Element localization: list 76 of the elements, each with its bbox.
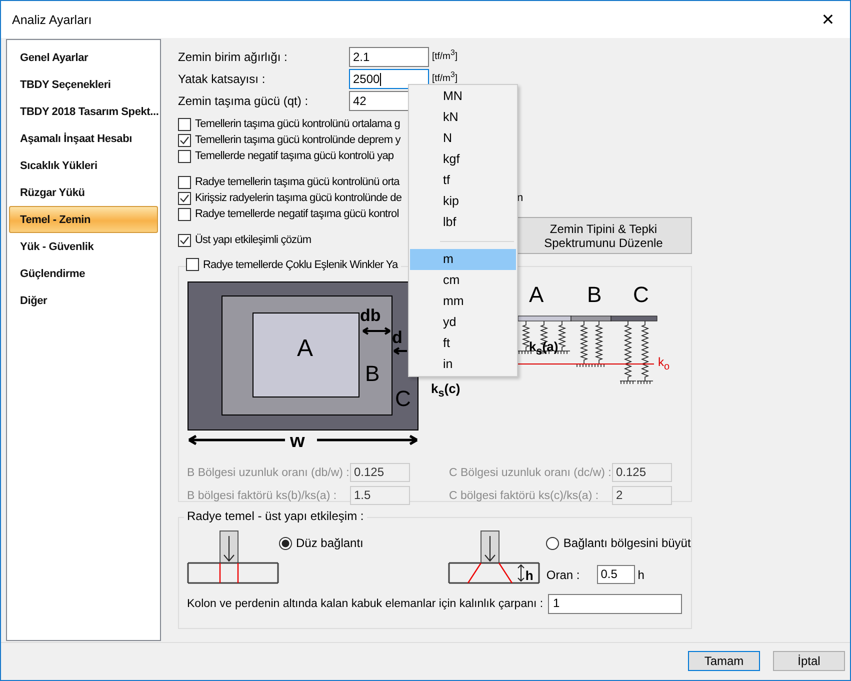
checkbox-label: Kirişsiz radyelerin taşıma gücü kontrolünde de — [195, 192, 402, 204]
field-label: C bölgesi faktörü ks(c)/ks(a) : — [449, 490, 600, 502]
input-field[interactable]: 1 — [548, 594, 682, 614]
dimension-label: w — [290, 431, 305, 451]
input-field[interactable]: 2500 — [349, 69, 429, 89]
sidebar-item[interactable]: Güçlendirme — [9, 260, 158, 287]
menu-item[interactable]: kgf — [410, 149, 516, 170]
menu-item[interactable]: N — [410, 128, 516, 149]
checkbox-label: Temellerin taşıma gücü kontrolünü ortalama g — [195, 118, 400, 130]
field-label: B Bölgesi uzunluk oranı (db/w) : — [187, 466, 350, 478]
input-field[interactable]: 2.1 — [349, 47, 429, 67]
zone-label: A — [529, 284, 544, 306]
unit-label: [tf/m$^{3}$] — [431, 47, 459, 62]
stiffness-label: k$_{o}$ — [658, 356, 670, 372]
checkbox[interactable] — [178, 234, 191, 246]
checkbox[interactable] — [178, 176, 191, 188]
checkbox-label: Radye temellerde Çoklu Eşlenik Winkler Ya — [203, 258, 398, 270]
menu-item[interactable]: kip — [410, 191, 516, 212]
sidebar-item[interactable]: Genel Ayarlar — [9, 44, 158, 71]
menu-item[interactable]: yd — [410, 312, 516, 333]
checkbox[interactable] — [178, 134, 191, 146]
checkbox-label: Temellerde negatif taşıma gücü kontrolü yap — [195, 150, 394, 162]
stiffness-label: k$_{s}$(c) — [431, 382, 460, 400]
field-label: Yatak katsayısı : — [178, 72, 266, 86]
sidebar-item[interactable]: Aşamalı İnşaat Hesabı — [9, 125, 158, 152]
zone-label: A — [297, 335, 314, 362]
group-legend: Radye temel - üst yapı etkileşim : — [184, 509, 367, 523]
checkbox-label: Radye temellerde negatif taşıma gücü kontrol — [195, 208, 399, 220]
radio-option[interactable]: Bağlantı bölgesini büyüt — [546, 536, 691, 550]
checkbox[interactable] — [178, 208, 191, 220]
field-label: Kolon ve perdenin altında kalan kabuk elemanlar için kalınlık çarpanı : — [187, 598, 544, 610]
close-button[interactable]: ✕ — [806, 1, 850, 38]
checkbox[interactable] — [178, 118, 191, 130]
zone-label: C — [633, 284, 649, 306]
field-label: Zemin taşıma gücü (qt) : — [178, 94, 310, 108]
unit-label: h — [638, 568, 644, 582]
dimension-arrow — [393, 347, 408, 355]
zone-label: B — [587, 284, 602, 306]
ok-button[interactable]: Tamam — [688, 651, 760, 671]
radio-option[interactable]: Düz bağlantı — [279, 536, 364, 550]
field-label: C Bölgesi uzunluk oranı (dc/w) : — [449, 466, 612, 478]
menu-item[interactable]: tf — [410, 170, 516, 191]
checkbox-label: Temellerin taşıma gücü kontrolünde deprem y — [195, 134, 400, 146]
dimension-label: d — [392, 328, 402, 347]
menu-item[interactable]: in — [410, 354, 516, 375]
ratio-field[interactable]: 0.5 — [596, 565, 635, 584]
zone-label: C — [395, 386, 411, 411]
dimension-label: db — [360, 306, 381, 325]
checkbox-label: Radye temellerin taşıma gücü kontrolünü orta — [195, 176, 400, 188]
sidebar-item[interactable]: TBDY 2018 Tasarım Spekt... — [9, 98, 158, 125]
dimension-arrow — [362, 327, 391, 335]
zone-label: B — [365, 361, 380, 386]
cancel-button[interactable]: İptal — [773, 651, 845, 671]
spectrum-button[interactable]: Zemin Tipini & Tepki Spektrumunu Düzenle — [515, 217, 692, 254]
sidebar-item[interactable]: Diğer — [9, 287, 158, 314]
ratio-label: Oran : — [546, 568, 580, 582]
sidebar-item[interactable]: Sıcaklık Yükleri — [9, 152, 158, 179]
menu-item[interactable]: m — [410, 249, 516, 270]
menu-item[interactable]: cm — [410, 270, 516, 291]
menu-item[interactable]: mm — [410, 291, 516, 312]
window-title: Analiz Ayarları — [12, 12, 92, 26]
checkbox[interactable] — [186, 258, 199, 271]
checkbox-label: Üst yapı etkileşimli çözüm — [195, 234, 312, 246]
dimension-label: h — [525, 568, 534, 583]
menu-item[interactable]: lbf — [410, 212, 516, 233]
sidebar-item[interactable]: TBDY Seçenekleri — [9, 71, 158, 98]
checkbox[interactable] — [178, 150, 191, 162]
checkbox[interactable] — [178, 192, 191, 204]
field-label: Zemin birim ağırlığı : — [178, 50, 288, 64]
sidebar-item[interactable]: Yük - Güvenlik — [9, 233, 158, 260]
checkbox-label: n — [517, 192, 524, 204]
sidebar-item[interactable]: Rüzgar Yükü — [9, 179, 158, 206]
sidebar-item[interactable]: Temel - Zemin — [9, 206, 158, 233]
menu-item[interactable]: ft — [410, 333, 516, 354]
unit-label: [tf/m$^{3}$] — [431, 69, 459, 84]
field-label: B bölgesi faktörü ks(b)/ks(a) : — [187, 490, 338, 502]
